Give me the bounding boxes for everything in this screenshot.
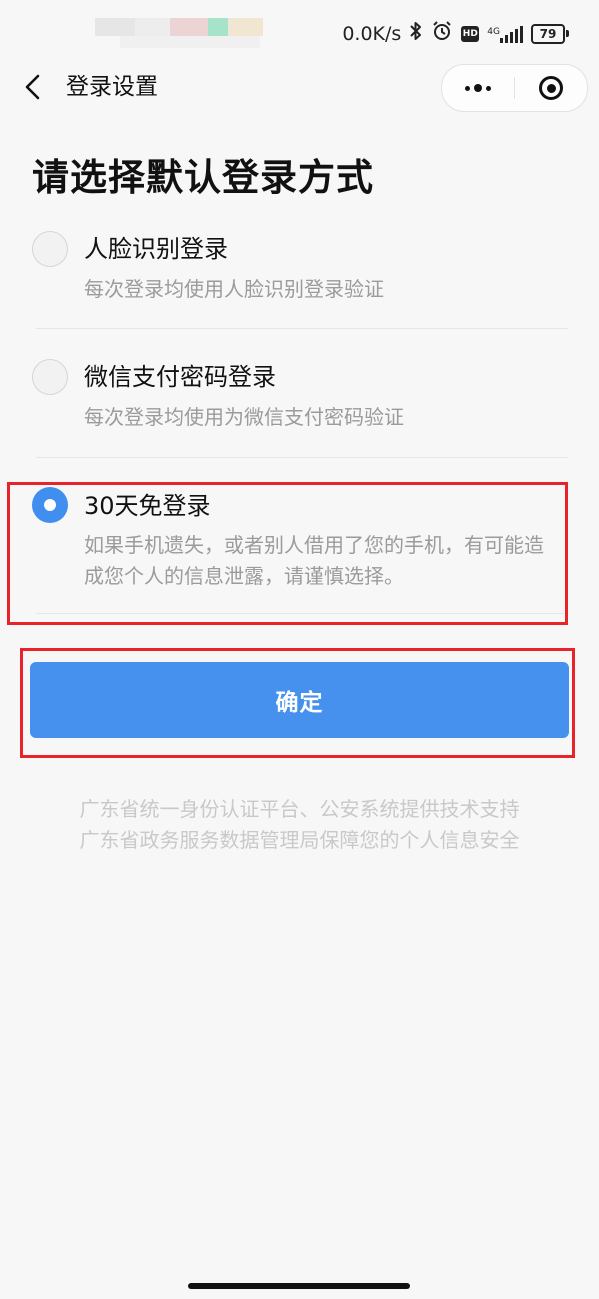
login-option-wechat-pay-password[interactable]: 微信支付密码登录 每次登录均使用为微信支付密码验证	[0, 354, 599, 454]
alarm-clock-icon	[431, 20, 453, 47]
option-description: 每次登录均使用为微信支付密码验证	[84, 405, 404, 429]
blurred-notification-icons	[95, 18, 135, 36]
status-indicators: 0.0K/s HD 4G 79	[342, 20, 569, 47]
highlight-box-selected-option	[7, 482, 568, 625]
network-speed: 0.0K/s	[342, 22, 402, 45]
option-title: 微信支付密码登录	[84, 363, 276, 391]
more-menu-button[interactable]	[442, 65, 514, 111]
hd-voice-icon: HD	[461, 25, 480, 42]
footer-note-line2: 广东省政务服务数据管理局保障您的个人信息安全	[79, 828, 520, 852]
divider	[36, 328, 568, 329]
page-title: 请选择默认登录方式	[32, 156, 374, 199]
status-bar: 0.0K/s HD 4G 79	[0, 0, 599, 70]
blurred-notification-icons	[208, 18, 228, 36]
target-close-icon	[539, 76, 563, 100]
mini-program-capsule	[441, 64, 588, 112]
login-option-face-recognition[interactable]: 人脸识别登录 每次登录均使用人脸识别登录验证	[0, 226, 599, 326]
home-indicator[interactable]	[188, 1283, 410, 1289]
chevron-left-icon	[25, 74, 40, 100]
battery-level: 79	[531, 23, 565, 44]
blurred-notification-icons	[228, 18, 263, 36]
footer-note-line1: 广东省统一身份认证平台、公安系统提供技术支持	[79, 797, 520, 821]
close-mini-program-button[interactable]	[515, 65, 587, 111]
radio-unchecked[interactable]	[32, 231, 68, 267]
signal-strength-icon: 4G	[487, 25, 523, 43]
blurred-notification-icons	[170, 18, 208, 36]
confirm-button[interactable]: 确定	[30, 662, 569, 738]
blurred-notification-icons	[120, 36, 260, 48]
nav-title: 登录设置	[66, 74, 158, 100]
divider	[36, 457, 568, 458]
radio-unchecked[interactable]	[32, 359, 68, 395]
more-dots-icon	[465, 84, 491, 92]
option-description: 每次登录均使用人脸识别登录验证	[84, 277, 384, 301]
network-type-label: 4G	[487, 26, 500, 37]
back-button[interactable]	[20, 68, 50, 106]
option-title: 人脸识别登录	[84, 235, 228, 263]
blurred-notification-icons	[135, 18, 170, 36]
battery-icon: 79	[531, 23, 569, 44]
bluetooth-icon	[409, 21, 423, 46]
